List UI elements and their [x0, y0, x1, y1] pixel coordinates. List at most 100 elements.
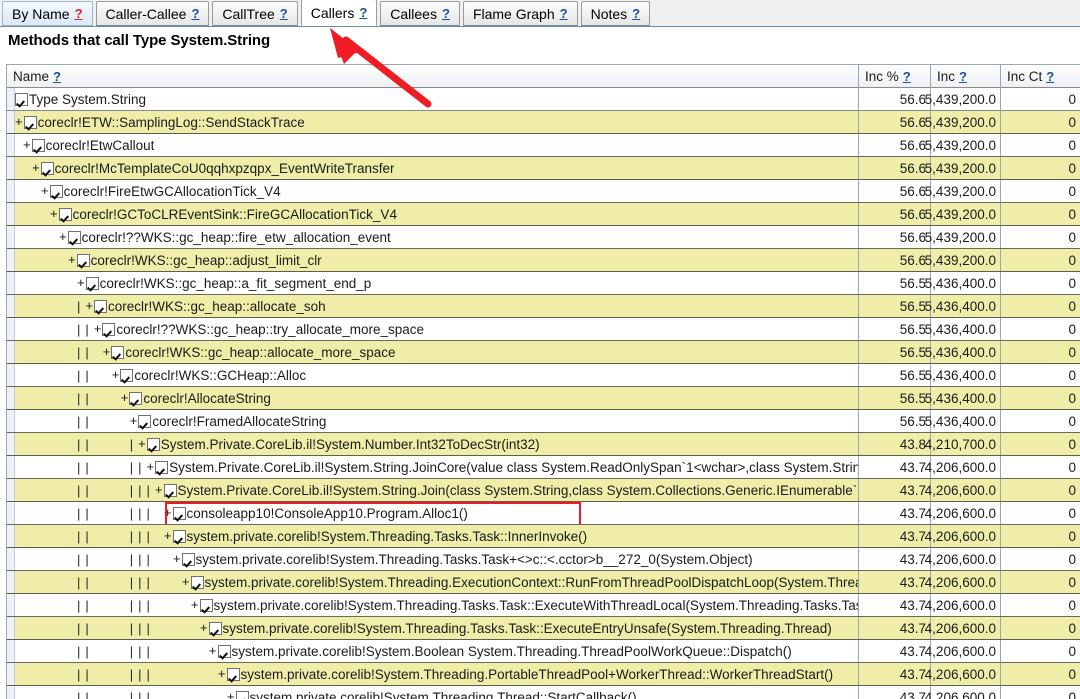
expand-node-icon[interactable]: +	[138, 437, 147, 452]
row-checkbox[interactable]	[146, 437, 160, 451]
expand-node-icon[interactable]: +	[164, 529, 173, 544]
table-row[interactable]: || ||| + system.private.corelib!System.Thre…	[7, 686, 1080, 699]
table-row[interactable]: || + coreclr!??WKS::gc_heap::try_allocate_…	[7, 318, 1080, 341]
table-row[interactable]: || + coreclr!WKS::gc_heap::allocate_more_s…	[7, 341, 1080, 364]
cell-name[interactable]: || + coreclr!WKS::GCHeap::Alloc	[15, 364, 859, 386]
tab-help-icon[interactable]: ?	[280, 6, 288, 21]
row-checkbox[interactable]	[172, 506, 186, 520]
row-checkbox[interactable]	[40, 161, 54, 175]
row-gutter[interactable]	[7, 433, 15, 455]
cell-name[interactable]: + coreclr!ETW::SamplingLog::SendStackTrac…	[15, 111, 859, 133]
row-checkbox[interactable]	[172, 529, 186, 543]
cell-name[interactable]: || ||| + system.private.corelib!System.Thre…	[15, 548, 859, 570]
row-checkbox[interactable]	[58, 207, 72, 221]
tab-notes[interactable]: Notes?	[580, 1, 651, 26]
row-checkbox[interactable]	[23, 115, 37, 129]
tab-help-icon[interactable]: ?	[75, 6, 83, 21]
row-gutter[interactable]	[7, 318, 15, 340]
column-header-inc-pct[interactable]: Inc % ?	[859, 65, 931, 88]
row-checkbox[interactable]	[76, 253, 90, 267]
row-gutter[interactable]	[7, 525, 15, 547]
row-checkbox[interactable]	[138, 414, 152, 428]
cell-name[interactable]: Type System.String	[15, 88, 859, 110]
cell-name[interactable]: || ||| + system.private.corelib!System.Thre…	[15, 525, 859, 547]
expand-node-icon[interactable]: +	[147, 460, 156, 475]
expand-node-icon[interactable]: +	[121, 391, 130, 406]
row-checkbox[interactable]	[120, 368, 134, 382]
row-checkbox[interactable]	[181, 552, 195, 566]
expand-node-icon[interactable]: +	[164, 506, 173, 521]
cell-name[interactable]: || + coreclr!WKS::gc_heap::allocate_more_s…	[15, 341, 859, 363]
tab-help-icon[interactable]: ?	[191, 6, 199, 21]
cell-name[interactable]: || ||| + consoleapp10!ConsoleApp10.Program.…	[15, 502, 859, 524]
expand-node-icon[interactable]: +	[85, 299, 94, 314]
cell-name[interactable]: + coreclr!WKS::gc_heap::adjust_limit_clr	[15, 249, 859, 271]
row-gutter[interactable]	[7, 249, 15, 271]
row-gutter[interactable]	[7, 502, 15, 524]
cell-name[interactable]: | + coreclr!WKS::gc_heap::allocate_soh	[15, 295, 859, 317]
tab-calltree[interactable]: CallTree?	[212, 1, 298, 26]
row-checkbox[interactable]	[190, 575, 204, 589]
row-gutter[interactable]	[7, 387, 15, 409]
table-row[interactable]: + coreclr!FireEtwGCAllocationTick_V4 56.6 5…	[7, 180, 1080, 203]
cell-name[interactable]: || ||| + system.private.corelib!System.Thre…	[15, 663, 859, 685]
table-row[interactable]: + coreclr!WKS::gc_heap::a_fit_segment_end…	[7, 272, 1080, 295]
column-help-icon-inc-ct[interactable]: ?	[1046, 69, 1054, 84]
row-checkbox[interactable]	[226, 667, 240, 681]
row-gutter[interactable]	[7, 295, 15, 317]
row-checkbox[interactable]	[235, 690, 249, 699]
expand-node-icon[interactable]: +	[218, 667, 227, 682]
cell-name[interactable]: || ||| + System.Private.CoreLib.il!System.S…	[15, 479, 859, 501]
expand-node-icon[interactable]: +	[191, 598, 200, 613]
table-row[interactable]: || ||| + system.private.corelib!System.Bool…	[7, 640, 1080, 663]
table-row[interactable]: || + coreclr!AllocateString 56.5 5,436,400.0…	[7, 387, 1080, 410]
row-gutter[interactable]	[7, 341, 15, 363]
row-checkbox[interactable]	[129, 391, 143, 405]
cell-name[interactable]: || ||| + system.private.corelib!System.Thre…	[15, 571, 859, 593]
table-row[interactable]: || | + System.Private.CoreLib.il!System.Num…	[7, 433, 1080, 456]
tab-help-icon[interactable]: ?	[632, 6, 640, 21]
table-row[interactable]: + coreclr!WKS::gc_heap::adjust_limit_clr 5…	[7, 249, 1080, 272]
row-checkbox[interactable]	[15, 92, 28, 106]
expand-node-icon[interactable]: +	[77, 276, 86, 291]
row-gutter[interactable]	[7, 203, 15, 225]
callers-tree-grid[interactable]: Name ? Inc % ? Inc ? Inc Ct ? Type Syste…	[6, 64, 1080, 699]
expand-node-icon[interactable]: +	[103, 345, 112, 360]
tab-help-icon[interactable]: ?	[359, 5, 367, 20]
row-checkbox[interactable]	[199, 598, 213, 612]
row-gutter[interactable]	[7, 640, 15, 662]
row-gutter[interactable]	[7, 134, 15, 156]
tab-callees[interactable]: Callees?	[380, 1, 460, 26]
table-row[interactable]: || || + System.Private.CoreLib.il!System.St…	[7, 456, 1080, 479]
table-row[interactable]: || + coreclr!WKS::GCHeap::Alloc 56.5 5,436,4…	[7, 364, 1080, 387]
table-row[interactable]: || ||| + system.private.corelib!System.Thre…	[7, 571, 1080, 594]
table-row[interactable]: + coreclr!ETW::SamplingLog::SendStackTrac…	[7, 111, 1080, 134]
row-checkbox[interactable]	[85, 276, 99, 290]
cell-name[interactable]: + coreclr!EtwCallout	[15, 134, 859, 156]
expand-node-icon[interactable]: +	[32, 161, 41, 176]
cell-name[interactable]: || ||| + system.private.corelib!System.Thre…	[15, 594, 859, 616]
cell-name[interactable]: + coreclr!WKS::gc_heap::a_fit_segment_end…	[15, 272, 859, 294]
expand-node-icon[interactable]: +	[209, 644, 218, 659]
table-row[interactable]: + coreclr!GCToCLREventSink::FireGCAllocat…	[7, 203, 1080, 226]
cell-name[interactable]: + coreclr!GCToCLREventSink::FireGCAllocat…	[15, 203, 859, 225]
row-checkbox[interactable]	[111, 345, 125, 359]
column-header-inc-ct[interactable]: Inc Ct ?	[1001, 65, 1080, 88]
tab-by-name[interactable]: By Name?	[2, 1, 93, 26]
row-checkbox[interactable]	[31, 138, 45, 152]
row-gutter[interactable]	[7, 548, 15, 570]
expand-node-icon[interactable]: +	[227, 690, 236, 699]
table-row[interactable]: + coreclr!EtwCallout 56.6 5,439,200.0 0	[7, 134, 1080, 157]
expand-node-icon[interactable]: +	[200, 621, 209, 636]
cell-name[interactable]: || + coreclr!AllocateString	[15, 387, 859, 409]
table-row[interactable]: || ||| + system.private.corelib!System.Thre…	[7, 548, 1080, 571]
cell-name[interactable]: || ||| + system.private.corelib!System.Thre…	[15, 617, 859, 639]
expand-node-icon[interactable]: +	[68, 253, 77, 268]
row-checkbox[interactable]	[217, 644, 231, 658]
cell-name[interactable]: + coreclr!FireEtwGCAllocationTick_V4	[15, 180, 859, 202]
column-help-icon-name[interactable]: ?	[53, 69, 61, 84]
row-gutter[interactable]	[7, 571, 15, 593]
row-checkbox[interactable]	[155, 460, 169, 474]
row-gutter[interactable]	[7, 479, 15, 501]
row-checkbox[interactable]	[49, 184, 63, 198]
